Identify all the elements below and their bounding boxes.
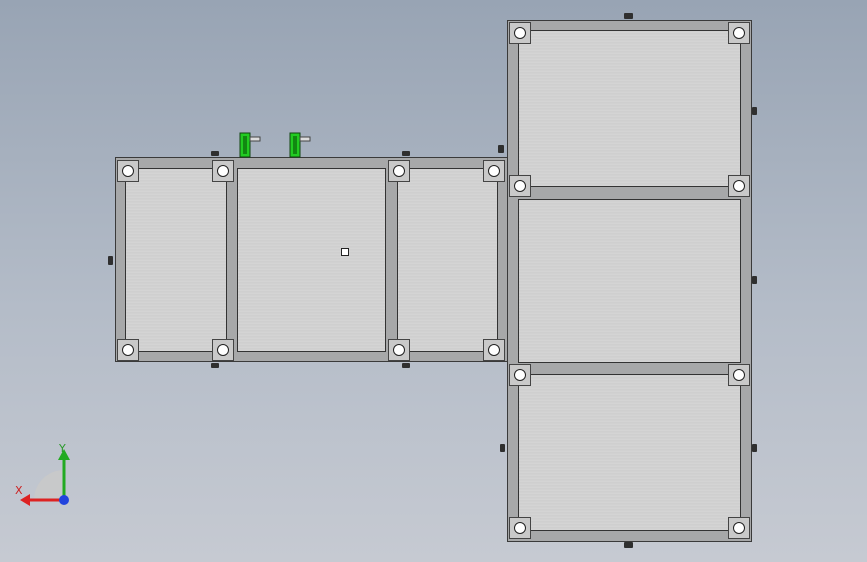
bolt-hole	[217, 344, 229, 356]
fastener	[624, 13, 633, 19]
plate-3[interactable]	[397, 168, 498, 352]
fastener	[752, 444, 757, 452]
bolt-hole	[733, 369, 745, 381]
bolt-hole	[488, 165, 500, 177]
bolt-hole	[514, 522, 526, 534]
bolt-hole	[514, 369, 526, 381]
bolt-hole	[488, 344, 500, 356]
y-axis-label: Y	[59, 442, 66, 455]
plate-2[interactable]	[237, 168, 386, 352]
bolt-hole	[122, 344, 134, 356]
toggle-clamp-icon[interactable]	[236, 131, 266, 159]
plate-4[interactable]	[518, 30, 741, 187]
fastener	[752, 107, 757, 115]
origin-marker	[341, 248, 349, 256]
coordinate-triad: Y X	[12, 440, 82, 510]
bolt-hole	[733, 27, 745, 39]
plate-5[interactable]	[518, 199, 741, 363]
fastener	[211, 363, 219, 368]
fastener	[500, 444, 505, 452]
fastener	[498, 145, 504, 153]
bolt-hole	[514, 180, 526, 192]
plate-1[interactable]	[125, 168, 227, 352]
cad-graphics-viewport[interactable]: Y X	[0, 0, 867, 562]
bolt-hole	[733, 522, 745, 534]
toggle-clamp-icon[interactable]	[286, 131, 316, 159]
fastener	[624, 542, 633, 548]
fastener	[402, 151, 410, 156]
bolt-hole	[217, 165, 229, 177]
triad-axes-icon	[20, 449, 70, 506]
bolt-hole	[514, 27, 526, 39]
plate-6[interactable]	[518, 374, 741, 531]
bolt-hole	[733, 180, 745, 192]
fastener	[402, 363, 410, 368]
fastener	[211, 151, 219, 156]
bolt-hole	[393, 344, 405, 356]
bolt-hole	[393, 165, 405, 177]
x-axis-label: X	[15, 484, 23, 497]
fastener	[108, 256, 113, 265]
fastener	[752, 276, 757, 284]
bolt-hole	[122, 165, 134, 177]
